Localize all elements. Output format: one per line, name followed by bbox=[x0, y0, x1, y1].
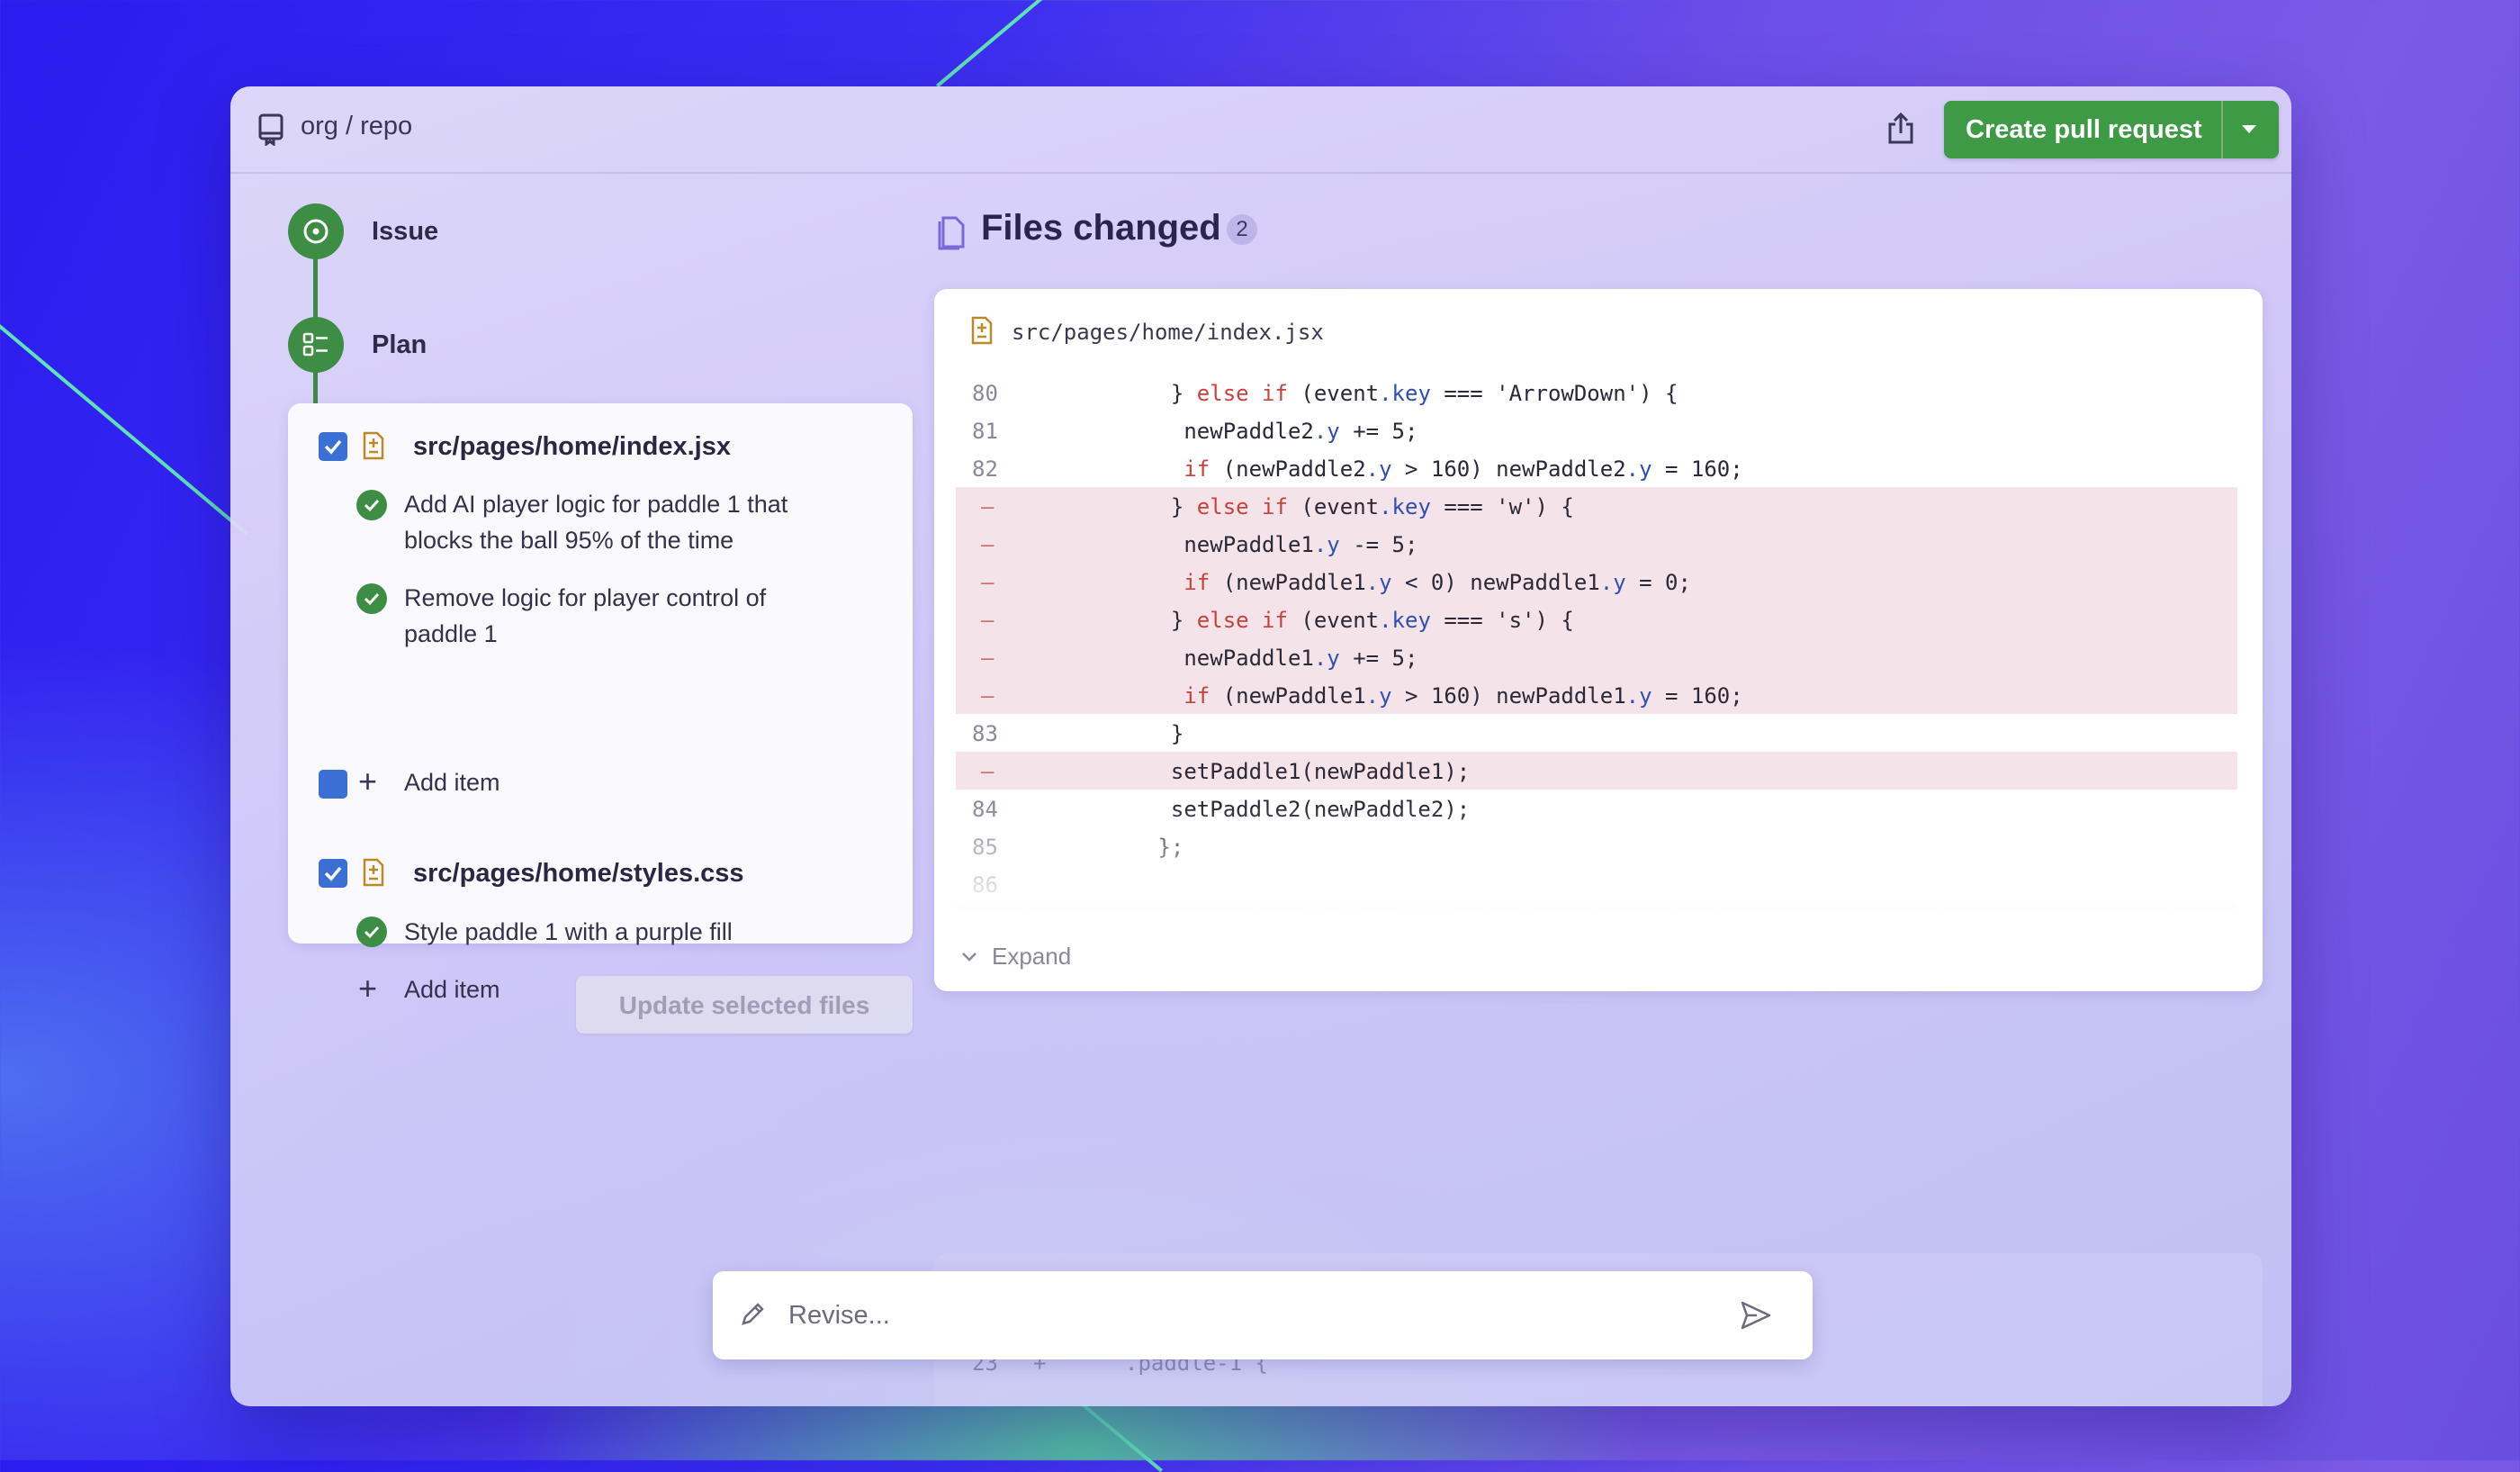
chevron-down-icon[interactable] bbox=[959, 946, 979, 966]
file-checkbox-index[interactable] bbox=[319, 432, 347, 461]
plan-file-name[interactable]: src/pages/home/index.jsx bbox=[413, 432, 731, 462]
issue-label[interactable]: Issue bbox=[372, 217, 438, 247]
diff-line-deleted: – newPaddle1.y -= 5; bbox=[956, 525, 2237, 563]
checkmark-icon bbox=[324, 439, 342, 455]
diff-sign: – bbox=[981, 494, 994, 519]
send-icon[interactable] bbox=[1739, 1298, 1773, 1332]
plan-node bbox=[288, 317, 344, 373]
check-circle-icon bbox=[356, 917, 387, 947]
diff-sign: – bbox=[981, 608, 994, 633]
diff-line-deleted: – if (newPaddle1.y > 160) newPaddle1.y =… bbox=[956, 676, 2237, 714]
background-streak-bottom bbox=[1077, 1400, 1163, 1472]
code-text: newPaddle1.y += 5; bbox=[1145, 646, 1418, 671]
background-streak-left bbox=[0, 324, 248, 536]
plan-item[interactable]: Remove logic for player control of paddl… bbox=[404, 580, 836, 652]
diff-sign: – bbox=[981, 532, 994, 557]
code-text: if (newPaddle1.y > 160) newPaddle1.y = 1… bbox=[1184, 683, 1743, 709]
files-icon bbox=[938, 216, 965, 250]
plan-item[interactable]: Add AI player logic for paddle 1 that bl… bbox=[404, 486, 836, 558]
issue-node bbox=[288, 203, 344, 259]
diff-sign: – bbox=[981, 646, 994, 671]
diff-file-path[interactable]: src/pages/home/index.jsx bbox=[1012, 320, 1324, 345]
code-text: newPaddle1.y -= 5; bbox=[1145, 532, 1418, 557]
code-text: } else if (event.key === 'w') { bbox=[1145, 494, 1574, 519]
add-item-button[interactable]: Add item bbox=[404, 976, 500, 1004]
diff-line: 80 } else if (event.key === 'ArrowDown')… bbox=[956, 374, 2237, 411]
check-circle-icon bbox=[356, 583, 387, 614]
diff-line-deleted: – if (newPaddle1.y < 0) newPaddle1.y = 0… bbox=[956, 563, 2237, 601]
plus-icon[interactable]: + bbox=[358, 972, 377, 1005]
line-number: 81 bbox=[972, 419, 998, 444]
file-diff-icon bbox=[971, 316, 993, 345]
line-number: 82 bbox=[972, 456, 998, 482]
file-checkbox-styles[interactable] bbox=[319, 770, 347, 799]
diff-line: 83 } bbox=[956, 714, 2237, 752]
code-text: setPaddle1(newPaddle1); bbox=[1145, 759, 1471, 784]
diff-sign: – bbox=[981, 570, 994, 595]
plus-icon[interactable]: + bbox=[358, 765, 377, 798]
add-item-button[interactable]: Add item bbox=[404, 769, 500, 797]
files-changed-title: Files changed bbox=[981, 208, 1221, 248]
button-divider bbox=[2221, 101, 2223, 158]
plan-label[interactable]: Plan bbox=[372, 330, 427, 360]
top-bar: org / repo Create pull request bbox=[230, 86, 2291, 174]
file-diff-icon bbox=[363, 431, 384, 460]
create-pull-request-label: Create pull request bbox=[1966, 115, 2202, 144]
plan-file-name[interactable]: src/pages/home/styles.css bbox=[413, 859, 744, 889]
code-fade-overlay bbox=[956, 806, 2237, 914]
code-text: } else if (event.key === 's') { bbox=[1145, 608, 1574, 633]
revise-input-bar[interactable]: Revise... bbox=[713, 1271, 1813, 1359]
diff-line-deleted: – } else if (event.key === 'w') { bbox=[956, 487, 2237, 525]
update-selected-files-button[interactable]: Update selected files bbox=[576, 976, 913, 1034]
chevron-down-icon[interactable] bbox=[2242, 125, 2256, 133]
plan-item[interactable]: Style paddle 1 with a purple fill bbox=[404, 914, 836, 950]
pencil-icon bbox=[742, 1303, 764, 1325]
code-text: if (newPaddle1.y < 0) newPaddle1.y = 0; bbox=[1184, 570, 1691, 595]
app-window: org / repo Create pull request Issue Pla… bbox=[230, 86, 2291, 1406]
code-text: if (newPaddle2.y > 160) newPaddle2.y = 1… bbox=[1184, 456, 1743, 482]
code-diff: 80 } else if (event.key === 'ArrowDown')… bbox=[956, 374, 2237, 914]
line-number: 83 bbox=[972, 721, 998, 746]
repo-name[interactable]: org / repo bbox=[301, 112, 412, 141]
plan-icon bbox=[302, 332, 328, 357]
diff-sign: – bbox=[981, 759, 994, 784]
code-text: } bbox=[1145, 721, 1184, 746]
repo-icon bbox=[258, 113, 284, 146]
background-streak-top bbox=[936, 0, 1070, 88]
files-changed-count: 2 bbox=[1227, 214, 1257, 245]
diff-line-deleted: – } else if (event.key === 's') { bbox=[956, 601, 2237, 638]
line-number: 80 bbox=[972, 381, 998, 406]
diff-line-deleted: – newPaddle1.y += 5; bbox=[956, 638, 2237, 676]
diff-line-deleted: – setPaddle1(newPaddle1); bbox=[956, 752, 2237, 790]
checkmark-icon bbox=[324, 866, 342, 881]
revise-input[interactable]: Revise... bbox=[788, 1301, 890, 1331]
expand-button[interactable]: Expand bbox=[992, 943, 1071, 971]
diff-card: src/pages/home/index.jsx 80 } else if (e… bbox=[934, 289, 2263, 991]
file-diff-icon bbox=[363, 858, 384, 887]
code-text: newPaddle2.y += 5; bbox=[1145, 419, 1418, 444]
file-checkbox-styles[interactable] bbox=[319, 859, 347, 888]
diff-line: 81 newPaddle2.y += 5; bbox=[956, 411, 2237, 449]
update-selected-files-label: Update selected files bbox=[618, 991, 870, 1019]
create-pull-request-button[interactable]: Create pull request bbox=[1944, 101, 2279, 158]
diff-line: 82 if (newPaddle2.y > 160) newPaddle2.y … bbox=[956, 449, 2237, 487]
share-icon[interactable] bbox=[1885, 112, 1917, 146]
diff-sign: – bbox=[981, 683, 994, 709]
check-circle-icon bbox=[356, 490, 387, 520]
issue-icon bbox=[303, 219, 328, 244]
code-text: } else if (event.key === 'ArrowDown') { bbox=[1145, 381, 1678, 406]
